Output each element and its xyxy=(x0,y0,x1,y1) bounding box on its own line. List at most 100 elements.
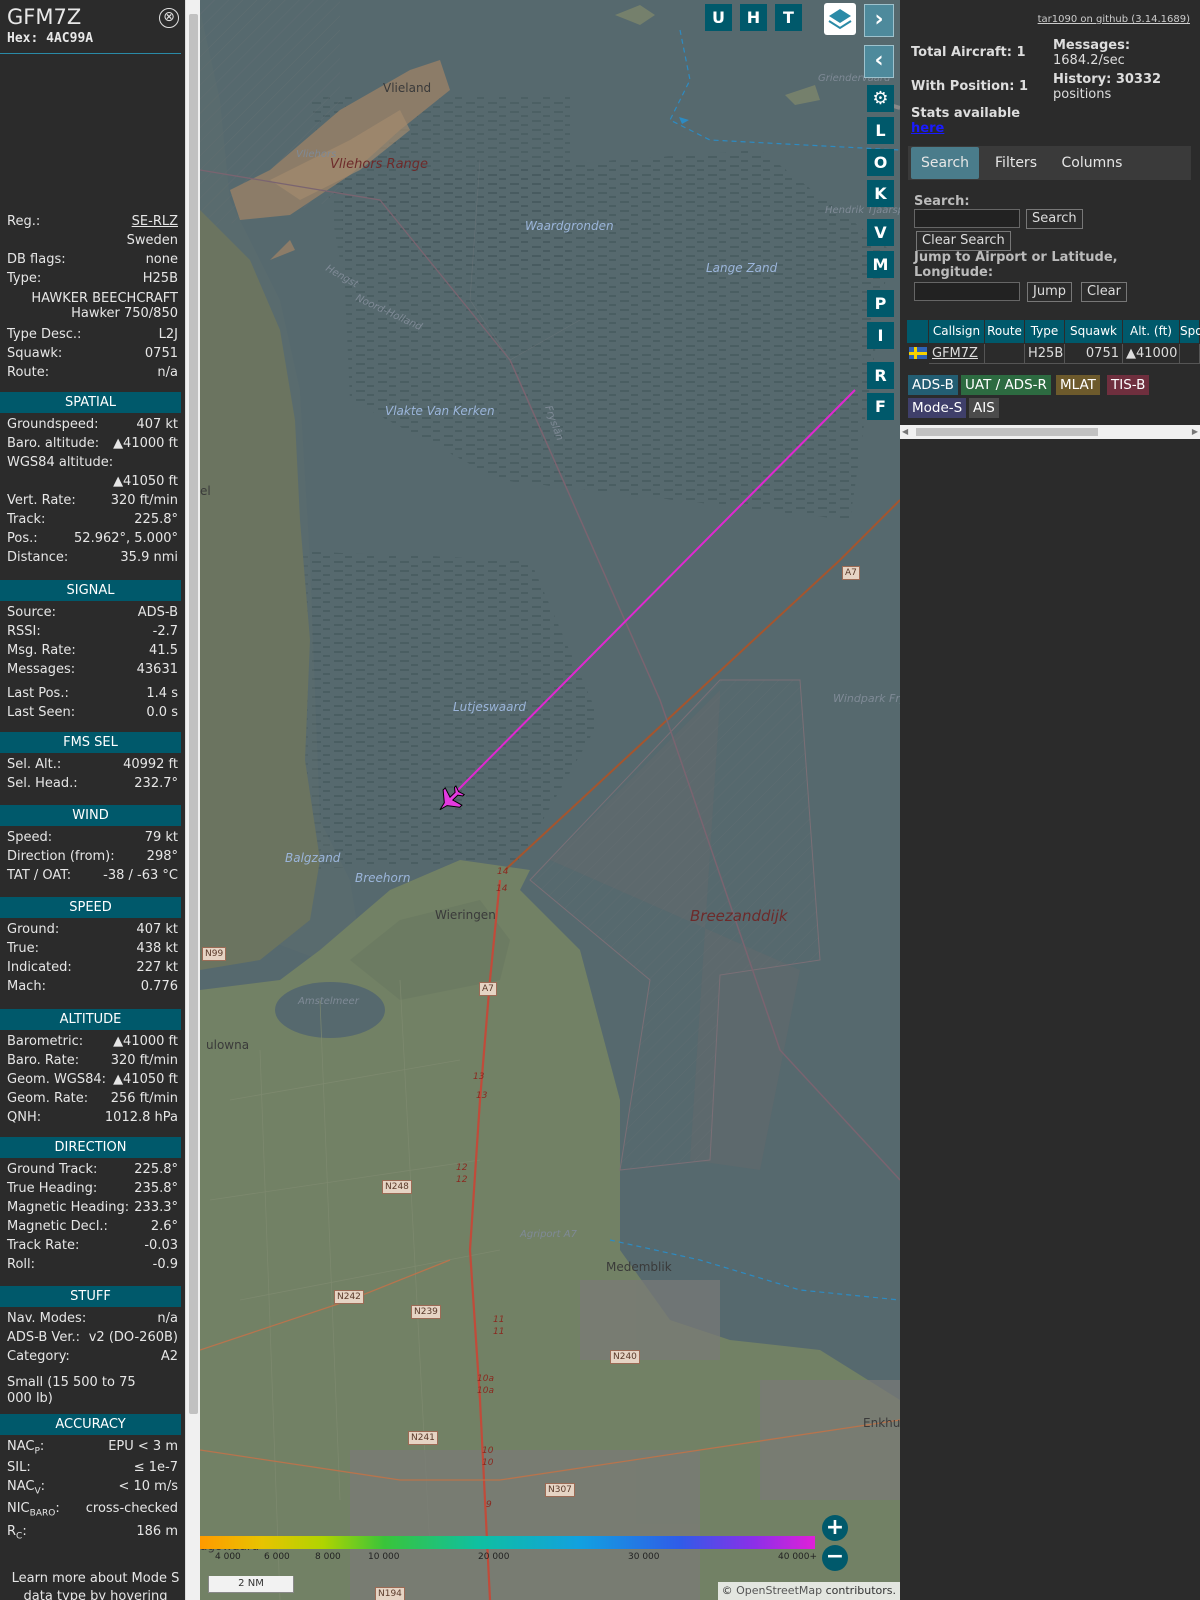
info-scrollbar[interactable] xyxy=(185,0,200,1600)
road-shield: N99 xyxy=(202,947,227,961)
altitude-tick-label: 4 000 xyxy=(215,1552,241,1562)
info-row-value: ▲41050 ft xyxy=(113,1072,178,1087)
source-legend-chip: UAT / ADS-R xyxy=(961,375,1051,395)
map-canvas[interactable]: VlielandVliehorsVliehors RangeWaardgrond… xyxy=(200,0,900,1600)
search-button[interactable]: Search xyxy=(1026,209,1083,229)
clear-search-button[interactable]: Clear Search xyxy=(916,231,1011,251)
column-header[interactable]: Callsign xyxy=(929,320,985,343)
category-description: Small (15 500 to 75 000 lb) xyxy=(7,1375,136,1406)
info-row-value: 225.8° xyxy=(134,1162,178,1177)
altitude-tick-label: 6 000 xyxy=(264,1552,290,1562)
map-toggle-f[interactable]: F xyxy=(867,393,894,420)
jump-button[interactable]: Jump xyxy=(1027,282,1072,302)
label-colon: : xyxy=(39,1439,45,1454)
info-row-label: NACV: xyxy=(7,1477,45,1502)
table-cell-callsign[interactable]: GFM7Z xyxy=(929,344,985,364)
zoom-in-icon[interactable]: + xyxy=(822,1515,848,1541)
map-toggle-o[interactable]: O xyxy=(867,149,894,176)
layers-icon[interactable] xyxy=(824,3,856,35)
info-row: ▲41050 ft xyxy=(7,472,178,491)
column-header[interactable]: Squawk xyxy=(1065,320,1123,343)
altitude-tick-label: 40 000+ xyxy=(778,1552,818,1562)
info-row-value: ≤ 1e-7 xyxy=(133,1460,178,1475)
info-row-value: ADS-B xyxy=(137,605,178,620)
tab-filters[interactable]: Filters xyxy=(981,147,1051,179)
close-icon[interactable]: ⊗ xyxy=(159,8,179,28)
github-link[interactable]: tar1090 on github (3.14.1689) xyxy=(1038,14,1190,25)
info-row-label: Barometric: xyxy=(7,1034,84,1049)
road-number: 9 xyxy=(486,1500,492,1510)
altitude-color-legend xyxy=(200,1536,815,1549)
map-toggle-r[interactable]: R xyxy=(867,362,894,389)
map-toggle-i[interactable]: I xyxy=(867,322,894,349)
info-row: Pos.: 52.962°, 5.000° xyxy=(7,529,178,548)
info-row: Magnetic Decl.: 2.6° xyxy=(7,1217,178,1236)
section-stuff: STUFF xyxy=(0,1286,181,1307)
map-place-label: Agriport A7 xyxy=(519,1229,578,1240)
aircraft-type-name: Hawker 750/850 xyxy=(71,306,178,321)
column-header[interactable]: Alt. (ft) xyxy=(1123,320,1180,343)
messages-label: Messages: xyxy=(1053,38,1131,53)
info-row-value[interactable]: SE-RLZ xyxy=(132,212,178,231)
layer-button-u[interactable]: U xyxy=(705,4,732,31)
road-shield: A7 xyxy=(842,566,860,580)
info-row-value: 298° xyxy=(146,849,178,864)
map-place-label: Enkhuizen xyxy=(863,1416,900,1430)
map-toggle-m[interactable]: M xyxy=(867,251,894,278)
map-toggle-k[interactable]: K xyxy=(867,180,894,207)
toggle-sidebar-right-icon[interactable]: › xyxy=(864,4,894,37)
info-row: RSSI: -2.7 xyxy=(7,622,178,641)
scrollbar-thumb[interactable] xyxy=(189,14,198,1414)
table-hscrollbar[interactable]: ◀ ▶ xyxy=(900,425,1200,439)
map-place-label: Waardgronden xyxy=(525,219,614,233)
info-row-label: Last Pos.: xyxy=(7,686,69,701)
total-aircraft: Total Aircraft: 1 xyxy=(911,45,1026,60)
section-wind: WIND xyxy=(0,805,181,826)
map-place-label: Balgzand xyxy=(285,851,341,865)
jump-input[interactable] xyxy=(914,282,1020,301)
map-toggle-p[interactable]: P xyxy=(867,290,894,317)
column-header[interactable]: Route xyxy=(985,320,1025,343)
info-row: Baro. altitude: ▲41000 ft xyxy=(7,434,178,453)
info-row-label: Direction (from): xyxy=(7,849,115,864)
search-input[interactable] xyxy=(914,209,1020,228)
info-row: ADS-B Ver.: v2 (DO-260B) xyxy=(7,1328,178,1347)
info-row: DB flags: none xyxy=(7,250,178,269)
tab-columns[interactable]: Columns xyxy=(1051,147,1133,179)
stats-link[interactable]: here xyxy=(911,121,944,136)
label-main: NAC xyxy=(7,1439,35,1454)
info-row-label: Source: xyxy=(7,605,57,620)
info-row-value: 0.776 xyxy=(140,979,178,994)
info-row-value: 35.9 nmi xyxy=(120,550,178,565)
column-header[interactable]: Spd xyxy=(1180,320,1200,343)
settings-gear-icon[interactable]: ⚙ xyxy=(867,85,894,112)
map-toggle-v[interactable]: V xyxy=(867,219,894,246)
osm-link[interactable]: OpenStreetMap xyxy=(736,1584,822,1597)
clear-button[interactable]: Clear xyxy=(1081,282,1127,302)
scroll-left-icon[interactable]: ◀ xyxy=(902,427,908,436)
table-cell-squawk: 0751 xyxy=(1065,344,1123,364)
scroll-right-icon[interactable]: ▶ xyxy=(1192,427,1198,436)
info-row-label: Roll: xyxy=(7,1257,36,1272)
info-row-label: QNH: xyxy=(7,1110,42,1125)
layer-button-t[interactable]: T xyxy=(775,4,802,31)
info-row: WGS84 altitude: xyxy=(7,453,178,472)
hscroll-thumb[interactable] xyxy=(916,428,1098,436)
tab-search[interactable]: Search xyxy=(911,147,979,179)
zoom-out-icon[interactable]: − xyxy=(822,1545,848,1571)
column-header[interactable]: Type xyxy=(1025,320,1065,343)
aircraft-type-name: HAWKER BEECHCRAFT xyxy=(31,291,178,306)
layer-button-h[interactable]: H xyxy=(740,4,767,31)
info-row: RC: 186 m xyxy=(7,1522,178,1542)
info-row: Type Desc.: L2J xyxy=(7,325,178,344)
map-place-label: Amstelmeer xyxy=(297,996,360,1007)
map-toggle-l[interactable]: L xyxy=(867,117,894,144)
info-row-value: 0751 xyxy=(144,346,178,361)
map-view[interactable]: Vlieland Vliehors Vliehors Range Waardgrond… xyxy=(200,0,900,1600)
toggle-sidebar-left-icon[interactable]: ‹ xyxy=(864,45,894,78)
info-row: Sel. Head.: 232.7° xyxy=(7,774,178,793)
altitude-tick-label: 8 000 xyxy=(315,1552,341,1562)
road-shield: N241 xyxy=(408,1431,438,1445)
info-row: True Heading: 235.8° xyxy=(7,1179,178,1198)
table-cell-type: H25B xyxy=(1025,344,1065,364)
